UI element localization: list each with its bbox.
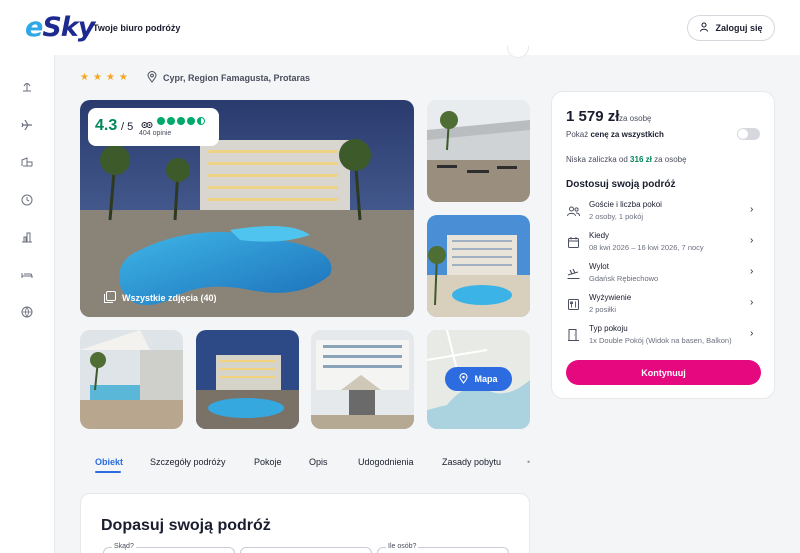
chevron-right-icon: › (750, 235, 754, 246)
from-field[interactable]: Skąd? (103, 543, 235, 553)
map-button[interactable]: Mapa (445, 367, 512, 391)
section-tabs: Obiekt Szczegóły podróży Pokoje Opis Udo… (80, 450, 530, 476)
star-icon: ★ (80, 72, 89, 83)
booking-panel: 1 579 zł za osobę Pokaż cenę za wszystki… (551, 91, 775, 399)
deposit-info: Niska zaliczka od 316 zł za osobę (566, 155, 687, 164)
row-meals-title: Wyżywienie (589, 293, 632, 302)
rating-dot (157, 117, 165, 125)
chevron-right-icon: › (750, 328, 754, 339)
photo-thumb-pool[interactable] (427, 215, 530, 317)
show-total-price-label: Pokaż cenę za wszystkich (566, 130, 664, 139)
star-icon: ★ (105, 72, 115, 83)
departure-icon (566, 266, 580, 280)
customize-title: Dostosuj swoją podróż (566, 179, 676, 190)
row-when-value: 08 kwi 2026 – 16 kwi 2026, 7 nocy (589, 243, 704, 252)
hotel-location: Cypr, Region Famagusta, Protaras (147, 71, 310, 85)
guests-icon (566, 204, 580, 218)
left-sidebar (0, 55, 55, 553)
active-tab-indicator (95, 471, 121, 473)
hotel-plane-icon[interactable] (19, 154, 35, 170)
user-icon (699, 22, 709, 34)
rating-dot-half (197, 117, 205, 125)
globe-icon[interactable] (19, 304, 35, 320)
all-photos-button[interactable]: Wszystkie zdjęcia (40) (96, 287, 225, 309)
all-photos-label: Wszystkie zdjęcia (40) (122, 293, 217, 303)
tab-udogodnienia[interactable]: Udogodnienia (358, 457, 414, 467)
map-label: Mapa (474, 374, 498, 384)
tab-szczegoly-podrozy[interactable]: Szczegóły podróży (150, 457, 226, 467)
guests-field[interactable]: Ile osób? (377, 543, 509, 553)
adjust-trip-card: Dopasuj swoją podróż Skąd? Ile osób? (80, 493, 530, 553)
row-meals[interactable]: Wyżywienie 2 posiłki › (552, 293, 776, 324)
location-pin-icon (147, 71, 157, 85)
photo-thumb-entrance[interactable] (311, 330, 414, 429)
row-room-type[interactable]: Typ pokoju 1x Double Pokój (Widok na bas… (552, 324, 776, 355)
tab-opis[interactable]: Opis (309, 457, 328, 467)
review-count: 404 opinie (139, 130, 172, 137)
star-icon: ★ (92, 72, 102, 83)
map-pin-icon (459, 372, 469, 386)
tab-pokoje[interactable]: Pokoje (254, 457, 282, 467)
continue-button[interactable]: Kontynuuj (566, 360, 761, 385)
star-icon: ★ (118, 72, 128, 83)
date-field[interactable] (240, 547, 372, 553)
row-room-type-title: Typ pokoju (589, 324, 628, 333)
room-icon (566, 328, 580, 342)
hotel-stars: ★ ★ ★ ★ (80, 72, 128, 83)
photo-thumb-umbrella[interactable] (80, 330, 183, 429)
price-per-person: za osobę (619, 114, 652, 123)
gallery-icon (104, 291, 116, 305)
adjust-trip-title: Dopasuj swoją podróż (101, 517, 271, 534)
row-departure-title: Wylot (589, 262, 609, 271)
row-when[interactable]: Kiedy 08 kwi 2026 – 16 kwi 2026, 7 nocy … (552, 231, 776, 262)
scroll-indicator (507, 46, 529, 58)
rating-card[interactable]: 4.3 / 5 404 opinie (88, 108, 219, 146)
photo-thumb-restaurant[interactable] (427, 100, 530, 202)
tab-zasady-pobytu[interactable]: Zasady pobytu (442, 457, 501, 467)
row-room-type-value: 1x Double Pokój (Widok na basen, Balkon) (589, 336, 732, 345)
guests-field-label: Ile osób? (386, 543, 419, 550)
chevron-right-icon: › (750, 266, 754, 277)
top-header: eSky Twoje biuro podróży Zaloguj się (0, 0, 800, 55)
bed-icon[interactable] (19, 267, 35, 283)
row-guests[interactable]: Goście i liczba pokoi 2 osoby, 1 pokój › (552, 200, 776, 231)
total-price-toggle[interactable] (737, 128, 760, 140)
row-departure-value: Gdańsk Rębiechowo (589, 274, 659, 283)
meals-icon (566, 297, 580, 311)
chevron-right-icon: › (750, 297, 754, 308)
row-meals-value: 2 posiłki (589, 305, 617, 314)
location-text: Cypr, Region Famagusta, Protaras (163, 73, 311, 83)
price: 1 579 zł (566, 108, 620, 125)
row-guests-value: 2 osoby, 1 pokój (589, 212, 644, 221)
row-departure[interactable]: Wylot Gdańsk Rębiechowo › (552, 262, 776, 293)
tagline: Twoje biuro podróży (93, 23, 181, 33)
row-guests-title: Goście i liczba pokoi (589, 200, 662, 209)
calendar-icon (566, 235, 580, 249)
from-field-label: Skąd? (112, 543, 136, 550)
rating-dot (187, 117, 195, 125)
rating-score: 4.3 (95, 117, 118, 134)
login-label: Zaloguj się (715, 23, 763, 33)
rating-dots (157, 117, 205, 125)
rating-max: / 5 (121, 121, 134, 133)
city-icon[interactable] (19, 229, 35, 245)
tab-more-icon[interactable]: • (527, 457, 530, 467)
login-button[interactable]: Zaloguj się (687, 15, 775, 41)
tab-obiekt[interactable]: Obiekt (95, 457, 123, 467)
row-when-title: Kiedy (589, 231, 610, 240)
rating-dot (167, 117, 175, 125)
beach-icon[interactable] (19, 79, 35, 95)
chevron-right-icon: › (750, 204, 754, 215)
clock-icon[interactable] (19, 192, 35, 208)
esky-logo[interactable]: eSky (25, 12, 95, 43)
plane-icon[interactable] (19, 117, 35, 133)
photo-thumb-night-pool[interactable] (196, 330, 299, 429)
rating-dot (177, 117, 185, 125)
